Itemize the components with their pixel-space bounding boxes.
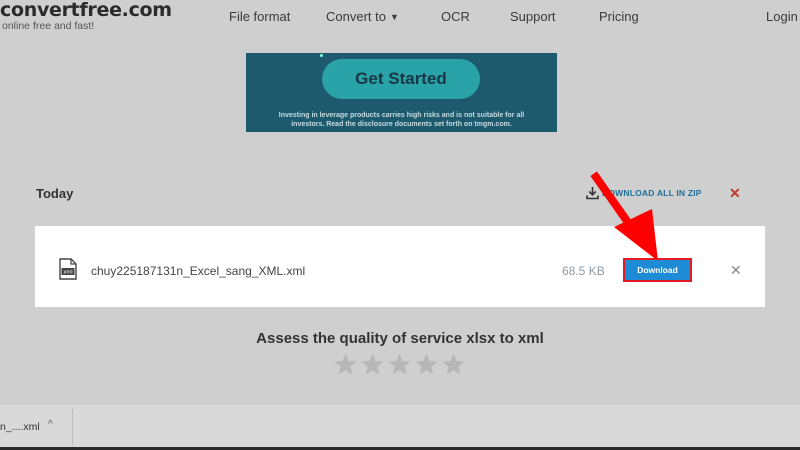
divider xyxy=(72,409,73,445)
star-icon[interactable] xyxy=(441,352,466,377)
ad-disclaimer-line-1: Investing in leverage products carries h… xyxy=(278,112,525,119)
ad-banner[interactable]: Get Started Investing in leverage produc… xyxy=(246,53,557,132)
nav-login[interactable]: Login xyxy=(766,9,798,24)
rating-title: Assess the quality of service xlsx to xm… xyxy=(256,330,544,347)
xml-file-icon: xml xyxy=(59,258,77,280)
site-header: convertfree.com online free and fast! Fi… xyxy=(0,0,800,40)
nav-convert-to[interactable]: Convert to ▼ xyxy=(326,9,399,24)
star-icon[interactable] xyxy=(414,352,439,377)
nav-convert-to-label: Convert to xyxy=(326,9,386,24)
chevron-up-icon[interactable]: ^ xyxy=(48,419,53,430)
remove-file-close-icon[interactable]: ✕ xyxy=(730,262,742,279)
downloaded-file-item[interactable]: n_....xml xyxy=(0,421,40,433)
ad-get-started-button[interactable]: Get Started xyxy=(322,59,480,99)
star-icon[interactable] xyxy=(387,352,412,377)
nav-ocr[interactable]: OCR xyxy=(441,9,470,24)
site-tagline: online free and fast! xyxy=(2,20,95,32)
svg-text:xml: xml xyxy=(63,270,72,276)
nav-file-format[interactable]: File format xyxy=(229,9,290,24)
nav-pricing[interactable]: Pricing xyxy=(599,9,639,24)
site-logo[interactable]: convertfree.com xyxy=(0,0,172,21)
star-icon[interactable] xyxy=(333,352,358,377)
browser-download-bar: n_....xml ^ xyxy=(0,405,800,450)
star-icon[interactable] xyxy=(360,352,385,377)
rating-stars xyxy=(333,352,466,382)
ad-disclaimer-line-2: investors. Read the disclosure documents… xyxy=(291,121,512,128)
ad-disclaimer: Investing in leverage products carries h… xyxy=(246,111,557,129)
file-size: 68.5 KB xyxy=(562,264,605,278)
close-icon[interactable]: ✕ xyxy=(729,185,741,202)
file-name: chuy225187131n_Excel_sang_XML.xml xyxy=(91,264,306,278)
annotation-arrow-icon xyxy=(590,171,658,261)
chevron-down-icon: ▼ xyxy=(389,12,399,22)
section-title: Today xyxy=(36,186,74,201)
ad-decoration xyxy=(320,54,323,57)
nav-support[interactable]: Support xyxy=(510,9,556,24)
